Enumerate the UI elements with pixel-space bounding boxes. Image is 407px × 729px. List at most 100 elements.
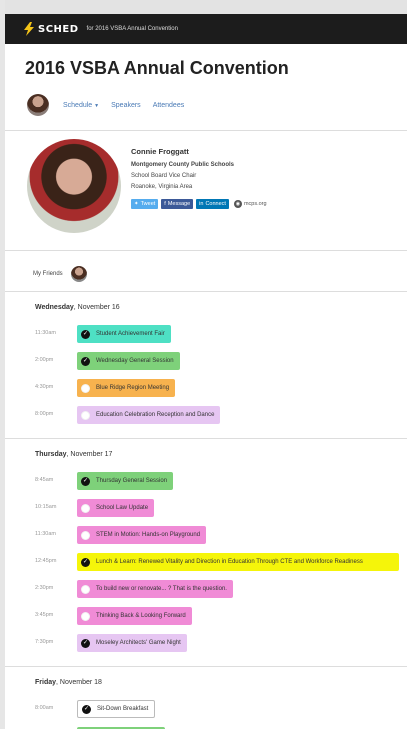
event-row: 12:45pm ✓ Lunch & Learn: Renewed Vitality … (35, 553, 407, 571)
friend-avatar[interactable] (70, 266, 87, 282)
check-icon[interactable]: ✓ (81, 329, 90, 339)
tweet-button[interactable]: ✦ Tweet (131, 199, 159, 209)
main-nav: Schedule ▼ Speakers Attendees (5, 90, 407, 120)
schedule-list: Wednesday, November 16 11:30am ✓ Student Ac… (5, 304, 407, 729)
nav-speakers[interactable]: Speakers (111, 102, 141, 109)
event-title: Lunch & Learn: Renewed Vitality and Dire… (96, 559, 363, 565)
website-link[interactable]: ◉ mcps.org (233, 200, 267, 208)
day-date: November 18 (59, 679, 102, 686)
nav-schedule[interactable]: Schedule ▼ (63, 102, 99, 109)
event-time: 11:30am (35, 330, 56, 336)
day-heading: Wednesday, November 16 (35, 304, 120, 311)
circle-icon[interactable] (81, 383, 90, 393)
connect-label: Connect (205, 201, 226, 207)
topbar-event-title[interactable]: for 2016 VSBA Annual Convention (87, 26, 178, 32)
day-date: November 17 (70, 451, 113, 458)
facebook-icon: f (164, 201, 166, 207)
bolt-icon (24, 22, 34, 36)
profile-location: Roanoke, Virginia Area (131, 184, 193, 190)
circle-icon[interactable] (81, 611, 90, 621)
event-chip[interactable]: STEM in Motion: Hands-on Playground (77, 526, 207, 544)
check-icon[interactable]: ✓ (81, 558, 90, 567)
check-icon[interactable]: ✓ (82, 704, 91, 714)
share-buttons: ✦ Tweet f Message in Connect ◉ mcps.org (131, 199, 267, 209)
event-row: 2:30pm To build new or renovate... ? That… (35, 580, 407, 598)
event-time: 12:45pm (35, 558, 57, 564)
day-heading: Thursday, November 17 (35, 451, 113, 458)
event-time: 2:30pm (35, 585, 54, 591)
connect-button[interactable]: in Connect (196, 199, 229, 209)
caret-down-icon: ▼ (94, 102, 100, 109)
event-title: Wednesday General Session (96, 358, 174, 364)
event-time: 7:30pm (35, 639, 54, 645)
event-title: School Law Update (96, 505, 149, 511)
event-title: Education Celebration Reception and Danc… (96, 412, 215, 418)
sched-logo[interactable]: SCHED (23, 22, 79, 36)
profile-org: Montgomery County Public Schools (131, 162, 235, 168)
circle-icon[interactable] (81, 584, 90, 594)
sched-page: SCHED for 2016 VSBA Annual Convention 20… (5, 0, 407, 729)
circle-icon[interactable] (81, 503, 90, 513)
avatar[interactable] (27, 94, 49, 116)
divider (5, 291, 407, 292)
day-heading: Friday, November 18 (35, 679, 102, 686)
event-chip[interactable]: Education Celebration Reception and Danc… (77, 406, 221, 424)
event-chip[interactable]: ✓ Thursday General Session (77, 472, 174, 490)
event-time: 8:00pm (35, 411, 54, 417)
day-weekday: Thursday (35, 451, 67, 458)
event-time: 10:15am (35, 504, 57, 510)
circle-icon[interactable] (81, 410, 90, 420)
twitter-icon: ✦ (134, 201, 139, 207)
event-row: 8:45am ✓ Thursday General Session (35, 472, 407, 490)
event-chip[interactable]: ✓ Wednesday General Session (77, 352, 180, 370)
event-title: Student Achievement Fair (96, 331, 165, 337)
check-icon[interactable]: ✓ (81, 638, 90, 648)
event-title: Moseley Architects' Game Night (96, 640, 181, 646)
check-icon[interactable]: ✓ (81, 356, 90, 366)
event-row: 10:15am School Law Update (35, 499, 407, 517)
browser-strip (5, 0, 407, 14)
top-bar: SCHED for 2016 VSBA Annual Convention (5, 0, 407, 44)
event-chip[interactable]: Blue Ridge Region Meeting (77, 379, 176, 397)
event-time: 4:30pm (35, 384, 54, 390)
profile-photo (27, 139, 121, 233)
profile-role: School Board Vice Chair (131, 173, 197, 179)
event-row: 2:00pm ✓ Wednesday General Session (35, 352, 407, 370)
event-row: 11:30am ✓ Student Achievement Fair (35, 325, 407, 343)
event-row: 11:30am STEM in Motion: Hands-on Playgrou… (35, 526, 407, 544)
message-button[interactable]: f Message (161, 199, 194, 209)
event-time: 2:00pm (35, 357, 54, 363)
event-title: Thursday General Session (96, 478, 168, 484)
profile-card: Connie Froggatt Montgomery County Public… (5, 139, 407, 250)
event-chip[interactable]: School Law Update (77, 499, 155, 517)
day-divider (5, 666, 407, 667)
event-time: 8:45am (35, 477, 54, 483)
event-row: 7:30pm ✓ Moseley Architects' Game Night (35, 634, 407, 652)
circle-icon[interactable] (81, 530, 90, 540)
event-chip[interactable]: ✓ Lunch & Learn: Renewed Vitality and Dir… (77, 553, 399, 571)
event-row: 8:00am ✓ Sit-Down Breakfast (35, 700, 407, 718)
event-chip[interactable]: To build new or renovate... ? That is th… (77, 580, 233, 598)
friends-label: My Friends (33, 271, 63, 277)
day-divider (5, 438, 407, 439)
my-friends: My Friends (5, 257, 407, 291)
event-title: STEM in Motion: Hands-on Playground (96, 532, 201, 538)
message-label: Message (167, 201, 191, 207)
event-title: Sit-Down Breakfast (97, 706, 149, 712)
day-date: November 16 (77, 304, 120, 311)
event-chip[interactable]: Thinking Back & Looking Forward (77, 607, 192, 625)
nav-attendees[interactable]: Attendees (153, 102, 185, 109)
tweet-label: Tweet (140, 201, 156, 207)
website-label: mcps.org (243, 201, 267, 207)
linkedin-icon: in (199, 201, 204, 207)
event-chip[interactable]: ✓ Student Achievement Fair (77, 325, 171, 343)
divider (5, 130, 407, 131)
check-icon[interactable]: ✓ (81, 476, 90, 486)
event-row: 3:45pm Thinking Back & Looking Forward (35, 607, 407, 625)
event-chip[interactable]: ✓ Moseley Architects' Game Night (77, 634, 187, 652)
day-weekday: Friday (35, 679, 57, 686)
event-row: 4:30pm Blue Ridge Region Meeting (35, 379, 407, 397)
profile-info: Connie Froggatt Montgomery County Public… (131, 145, 267, 250)
event-title: To build new or renovate... ? That is th… (96, 586, 227, 592)
event-chip[interactable]: ✓ Sit-Down Breakfast (77, 700, 156, 718)
